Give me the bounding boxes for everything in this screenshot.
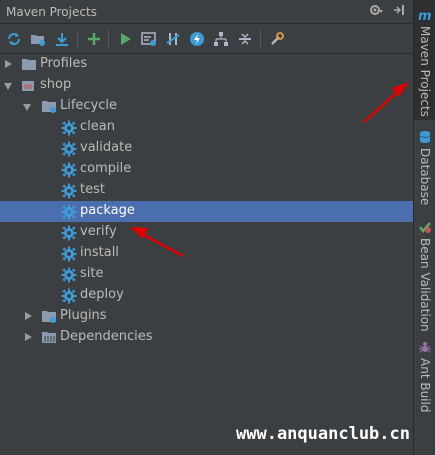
goal-label: verify	[80, 224, 117, 239]
goal-label: package	[80, 203, 135, 218]
expand-arrow-icon[interactable]	[25, 312, 32, 320]
gear-icon	[61, 162, 77, 178]
tab-bean-validation[interactable]: Bean Validation	[414, 218, 435, 332]
collapse-arrow-icon[interactable]	[4, 83, 12, 90]
maven-project-icon: m	[21, 78, 37, 93]
dependency-tree-icon[interactable]	[211, 29, 231, 49]
goal-label: validate	[80, 140, 133, 155]
goal-label: install	[80, 245, 119, 260]
goal-install[interactable]: install	[0, 243, 413, 264]
header-actions	[363, 4, 405, 19]
gear-icon	[61, 183, 77, 199]
tab-label: Bean Validation	[418, 238, 432, 332]
tab-label: Maven Projects	[418, 26, 432, 117]
tree-label: Dependencies	[60, 329, 153, 344]
lightning-icon[interactable]	[187, 29, 207, 49]
goal-label: site	[80, 266, 104, 281]
dependencies-folder-icon	[41, 330, 57, 345]
tab-maven-projects[interactable]: m Maven Projects	[414, 0, 435, 120]
watermark-text: www.anquanclub.cn	[236, 424, 410, 444]
tab-label: Ant Build	[418, 358, 432, 413]
gear-icon	[61, 141, 77, 157]
tree-label: Lifecycle	[60, 98, 118, 113]
svg-text:m: m	[24, 82, 32, 91]
execute-goal-icon[interactable]	[139, 29, 159, 49]
generate-sources-icon[interactable]	[28, 29, 48, 49]
goal-deploy[interactable]: deploy	[0, 285, 413, 306]
add-icon[interactable]	[84, 29, 104, 49]
gear-icon	[61, 246, 77, 262]
goal-validate[interactable]: validate	[0, 138, 413, 159]
reimport-icon[interactable]	[4, 29, 24, 49]
goal-label: deploy	[80, 287, 124, 302]
toolbar-separator	[77, 30, 78, 48]
goal-compile[interactable]: compile	[0, 159, 413, 180]
maven-project-tree: Profiles m shop Lifecycle clean validate…	[0, 54, 413, 455]
toolbar-separator	[260, 30, 261, 48]
download-icon[interactable]	[52, 29, 72, 49]
goal-site[interactable]: site	[0, 264, 413, 285]
database-icon	[419, 131, 431, 143]
lifecycle-folder-icon	[41, 99, 57, 114]
goal-label: compile	[80, 161, 132, 176]
tab-database[interactable]: Database	[414, 128, 435, 205]
tree-node-project[interactable]: m shop	[0, 75, 413, 96]
goal-label: clean	[80, 119, 115, 134]
plugins-folder-icon	[41, 309, 57, 324]
expand-arrow-icon[interactable]	[5, 60, 12, 68]
ant-icon	[419, 342, 431, 353]
gear-icon	[61, 204, 77, 220]
tab-label: Database	[418, 148, 432, 206]
tree-node-plugins[interactable]: Plugins	[0, 306, 413, 327]
toggle-offline-icon[interactable]	[163, 29, 183, 49]
gear-icon	[61, 267, 77, 283]
bean-validation-icon	[419, 222, 431, 233]
tree-node-dependencies[interactable]: Dependencies	[0, 327, 413, 348]
toolbar-separator	[108, 30, 109, 48]
run-icon[interactable]	[115, 29, 135, 49]
hide-panel-icon[interactable]	[393, 5, 405, 19]
tool-window-header: Maven Projects	[0, 0, 413, 24]
right-tool-stripe: m Maven Projects Database Bean Validatio…	[413, 0, 435, 455]
tab-ant-build[interactable]: Ant Build	[414, 338, 435, 413]
tree-node-lifecycle[interactable]: Lifecycle	[0, 96, 413, 117]
tree-label: shop	[40, 77, 72, 92]
maven-m-icon: m	[418, 9, 432, 22]
goal-verify[interactable]: verify	[0, 222, 413, 243]
svg-text:m: m	[418, 9, 432, 22]
tool-window-title: Maven Projects	[6, 5, 97, 19]
goal-label: test	[80, 182, 105, 197]
goal-package-selected[interactable]: package	[0, 201, 413, 222]
settings-gear-icon[interactable]	[369, 5, 387, 19]
goal-test[interactable]: test	[0, 180, 413, 201]
profiles-folder-icon	[21, 57, 37, 72]
gear-icon	[61, 225, 77, 241]
expand-arrow-icon[interactable]	[25, 333, 32, 341]
tree-node-profiles[interactable]: Profiles	[0, 54, 413, 75]
maven-toolbar	[0, 24, 413, 54]
gear-icon	[61, 120, 77, 136]
collapse-arrow-icon[interactable]	[23, 104, 31, 111]
tree-label: Plugins	[60, 308, 107, 323]
tree-label: Profiles	[40, 56, 88, 71]
settings-icon[interactable]	[267, 29, 287, 49]
gear-icon	[61, 288, 77, 304]
goal-clean[interactable]: clean	[0, 117, 413, 138]
collapse-all-icon[interactable]	[235, 29, 255, 49]
